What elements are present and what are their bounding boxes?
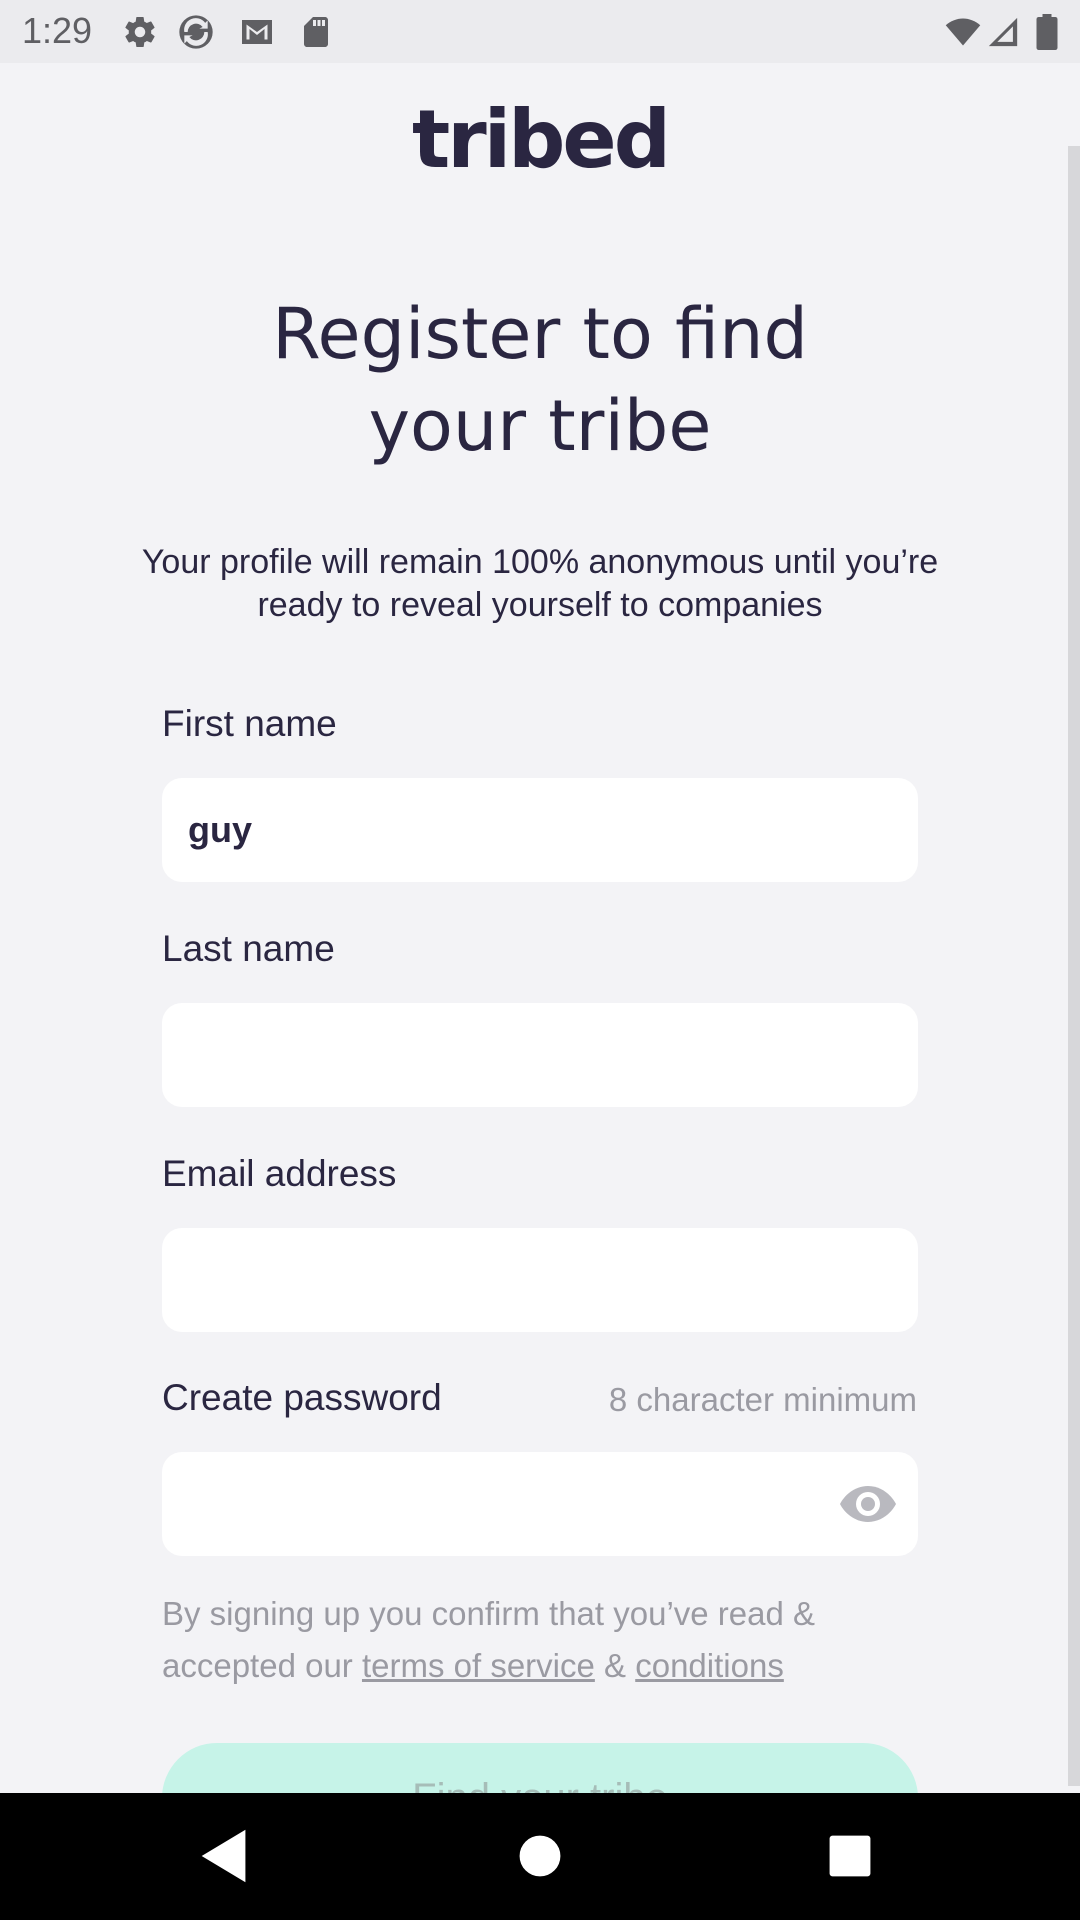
password-hint: 8 character minimum — [608, 1381, 917, 1418]
page-title: Register to find your tribe — [0, 288, 1080, 472]
recents-icon[interactable] — [815, 1821, 885, 1891]
wifi-icon — [945, 18, 981, 46]
logo-text: tribed — [412, 93, 671, 186]
gmail-icon — [242, 20, 272, 44]
email-field[interactable] — [162, 1228, 918, 1332]
settings-icon — [125, 17, 155, 48]
anonymity-subtitle: Your profile will remain 100% anonymous … — [141, 543, 939, 624]
terms-of-service-link[interactable]: terms of service — [362, 1647, 595, 1684]
find-your-tribe-button[interactable]: Find your tribe — [162, 1743, 918, 1793]
sd-card-icon — [304, 17, 328, 47]
legal-disclaimer: By signing up you confirm that you’ve re… — [162, 1588, 922, 1692]
battery-icon — [1036, 14, 1058, 50]
password-label: Create password — [162, 1377, 442, 1418]
home-icon[interactable] — [505, 1821, 575, 1891]
register-screen: tribed Register to find your tribe Your … — [0, 63, 1080, 1793]
status-time: 1:29 — [22, 10, 93, 51]
legal-ampersand: & — [594, 1647, 636, 1684]
first-name-field[interactable]: guy — [162, 778, 918, 882]
show-password-eye-icon[interactable] — [838, 1482, 898, 1526]
page-title-line-1: Register to find — [272, 293, 808, 375]
password-field[interactable] — [162, 1452, 918, 1556]
page-title-line-2: your tribe — [368, 385, 712, 467]
sync-icon — [179, 15, 213, 49]
navigation-bar — [0, 1793, 1080, 1920]
first-name-label: First name — [162, 703, 337, 744]
status-bar: 1:29 — [0, 0, 1080, 63]
email-label: Email address — [162, 1153, 397, 1194]
conditions-link[interactable]: conditions — [635, 1647, 784, 1684]
first-name-value: guy — [188, 809, 253, 850]
back-icon[interactable] — [190, 1821, 260, 1891]
scrollbar[interactable] — [1068, 146, 1080, 1786]
tribed-logo: tribed — [0, 93, 1080, 203]
last-name-label: Last name — [162, 928, 335, 969]
signal-icon — [988, 17, 1018, 47]
last-name-field[interactable] — [162, 1003, 918, 1107]
